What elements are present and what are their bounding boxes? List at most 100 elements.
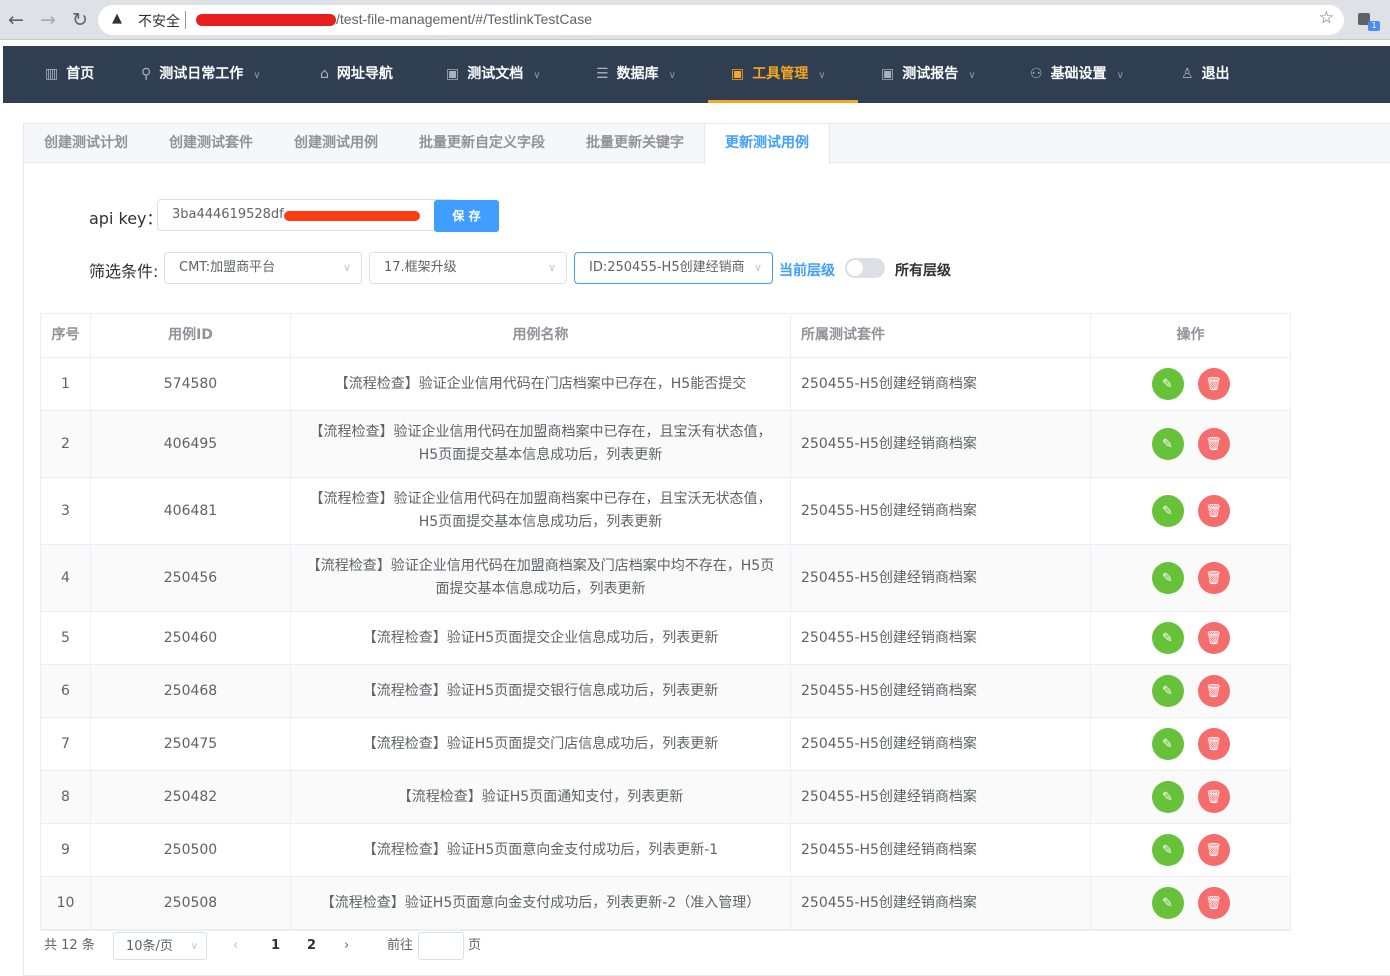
apikey-input[interactable]: 3ba444619528df bbox=[157, 199, 457, 231]
url-separator bbox=[185, 11, 186, 29]
nav-item-reports[interactable]: ▣ 测试报告 ∨ bbox=[881, 46, 976, 103]
insecure-label: 不安全 bbox=[138, 14, 180, 30]
edit-button[interactable]: ✎ bbox=[1151, 675, 1184, 707]
goto-page-input[interactable] bbox=[418, 932, 464, 960]
chevron-down-icon: ∨ bbox=[818, 70, 826, 81]
delete-button[interactable]: 🗑 bbox=[1197, 428, 1230, 460]
delete-button[interactable]: 🗑 bbox=[1197, 622, 1230, 654]
cell-name: 【流程检查】验证H5页面意向金支付成功后，列表更新-1 bbox=[291, 824, 791, 876]
page-1[interactable]: 1 bbox=[271, 932, 280, 960]
page-size-select[interactable]: 10条/页 ∨ bbox=[113, 932, 207, 960]
trash-icon: 🗑 bbox=[1205, 376, 1222, 392]
table-row: 4 250456 【流程检查】验证企业信用代码在加盟商档案及门店档案中均不存在，H5… bbox=[41, 545, 1290, 612]
chevron-down-icon: ∨ bbox=[668, 70, 676, 81]
nav-item-settings[interactable]: ⚇ 基础设置 ∨ bbox=[1030, 46, 1124, 103]
tab-create-plan[interactable]: 创建测试计划 bbox=[44, 124, 128, 163]
delete-button[interactable]: 🗑 bbox=[1197, 675, 1230, 707]
table-row: 2 406495 【流程检查】验证企业信用代码在加盟商档案中已存在，且宝沃有状态值，… bbox=[41, 411, 1290, 478]
plan-select[interactable]: 17.框架升级 ∨ bbox=[369, 252, 567, 284]
nav-item-database[interactable]: ☰ 数据库 ∨ bbox=[596, 46, 676, 103]
tab-create-case[interactable]: 创建测试用例 bbox=[294, 124, 378, 163]
project-select[interactable]: CMT:加盟商平台 ∨ bbox=[164, 252, 362, 284]
edit-icon: ✎ bbox=[1162, 895, 1173, 911]
reload-icon[interactable]: ↻ bbox=[68, 8, 92, 32]
tab-batch-keywords[interactable]: 批量更新关键字 bbox=[586, 124, 684, 163]
next-page-icon[interactable]: › bbox=[344, 932, 349, 960]
cell-name: 【流程检查】验证H5页面意向金支付成功后，列表更新-2（准入管理） bbox=[291, 877, 791, 929]
edit-icon: ✎ bbox=[1162, 683, 1173, 699]
cell-no: 9 bbox=[41, 824, 91, 876]
edit-button[interactable]: ✎ bbox=[1151, 622, 1184, 654]
edit-icon: ✎ bbox=[1162, 630, 1173, 646]
cell-id: 406481 bbox=[91, 478, 291, 544]
cell-suite: 250455-H5创建经销商档案 bbox=[791, 718, 1091, 770]
tab-update-case[interactable]: 更新测试用例 bbox=[704, 124, 830, 164]
cell-suite: 250455-H5创建经销商档案 bbox=[791, 612, 1091, 664]
edit-button[interactable]: ✎ bbox=[1151, 834, 1184, 866]
delete-button[interactable]: 🗑 bbox=[1197, 781, 1230, 813]
suite-select-value: ID:250455-H5创建经销商 bbox=[589, 260, 745, 275]
cell-suite: 250455-H5创建经销商档案 bbox=[791, 665, 1091, 717]
edit-button[interactable]: ✎ bbox=[1151, 368, 1184, 400]
nav-item-logout[interactable]: ♙ 退出 bbox=[1181, 46, 1230, 103]
page-2[interactable]: 2 bbox=[307, 932, 316, 960]
nav-label: 数据库 bbox=[616, 66, 659, 82]
delete-button[interactable]: 🗑 bbox=[1197, 834, 1230, 866]
cell-name: 【流程检查】验证企业信用代码在加盟商档案及门店档案中均不存在，H5页面提交基本信… bbox=[291, 545, 791, 611]
save-button[interactable]: 保 存 bbox=[434, 200, 499, 232]
user-icon: ♙ bbox=[1181, 66, 1194, 82]
nav-item-url-nav[interactable]: ⌂ 网址导航 bbox=[320, 46, 393, 103]
address-bar[interactable]: ▲ 不安全 /test-file-management/#/TestlinkTe… bbox=[98, 5, 1344, 35]
nav-item-home[interactable]: ▥ 首页 bbox=[45, 46, 94, 103]
level-toggle[interactable] bbox=[845, 258, 885, 278]
cell-id: 250500 bbox=[91, 824, 291, 876]
tab-batch-custom-fields[interactable]: 批量更新自定义字段 bbox=[419, 124, 545, 163]
header-name: 用例名称 bbox=[291, 314, 791, 357]
total-count: 共 12 条 bbox=[44, 938, 95, 953]
table-row: 10 250508 【流程检查】验证H5页面意向金支付成功后，列表更新-2（准入管理… bbox=[41, 877, 1290, 930]
edit-icon: ✎ bbox=[1162, 842, 1173, 858]
forward-arrow-icon[interactable]: → bbox=[36, 8, 60, 32]
extension-icon[interactable]: 1 bbox=[1358, 11, 1380, 31]
edit-button[interactable]: ✎ bbox=[1151, 887, 1184, 919]
doc-icon: ▣ bbox=[881, 66, 895, 82]
table-row: 7 250475 【流程检查】验证H5页面提交门店信息成功后，列表更新 250455-… bbox=[41, 718, 1290, 771]
delete-button[interactable]: 🗑 bbox=[1197, 887, 1230, 919]
cell-no: 3 bbox=[41, 478, 91, 544]
chevron-down-icon: ∨ bbox=[547, 261, 556, 274]
cell-actions: ✎ 🗑 bbox=[1091, 877, 1290, 929]
delete-button[interactable]: 🗑 bbox=[1197, 728, 1230, 760]
nav-item-daily-work[interactable]: ⚲ 测试日常工作 ∨ bbox=[141, 46, 261, 103]
edit-button[interactable]: ✎ bbox=[1151, 562, 1184, 594]
nav-label: 基础设置 bbox=[1050, 66, 1107, 82]
warning-icon: ▲ bbox=[112, 11, 122, 26]
tab-create-suite[interactable]: 创建测试套件 bbox=[169, 124, 253, 163]
edit-button[interactable]: ✎ bbox=[1151, 781, 1184, 813]
cell-id: 406495 bbox=[91, 411, 291, 477]
nav-item-tools[interactable]: ▣ 工具管理 ∨ bbox=[731, 46, 826, 103]
all-levels-label[interactable]: 所有层级 bbox=[895, 260, 951, 280]
edit-icon: ✎ bbox=[1162, 503, 1173, 519]
cell-suite: 250455-H5创建经销商档案 bbox=[791, 411, 1091, 477]
nav-item-test-docs[interactable]: ▣ 测试文档 ∨ bbox=[446, 46, 541, 103]
delete-button[interactable]: 🗑 bbox=[1197, 562, 1230, 594]
cell-suite: 250455-H5创建经销商档案 bbox=[791, 478, 1091, 544]
edit-icon: ✎ bbox=[1162, 789, 1173, 805]
bookmark-star-icon[interactable]: ☆ bbox=[1319, 8, 1334, 28]
page-size-value: 10条/页 bbox=[126, 939, 173, 954]
edit-button[interactable]: ✎ bbox=[1151, 495, 1184, 527]
cell-actions: ✎ 🗑 bbox=[1091, 478, 1290, 544]
edit-button[interactable]: ✎ bbox=[1151, 428, 1184, 460]
plan-select-value: 17.框架升级 bbox=[384, 260, 457, 275]
delete-button[interactable]: 🗑 bbox=[1197, 368, 1230, 400]
table-header: 序号 用例ID 用例名称 所属测试套件 操作 bbox=[41, 314, 1290, 358]
delete-button[interactable]: 🗑 bbox=[1197, 495, 1230, 527]
cell-actions: ✎ 🗑 bbox=[1091, 824, 1290, 876]
back-arrow-icon[interactable]: ← bbox=[4, 8, 28, 32]
chevron-down-icon: ∨ bbox=[1116, 70, 1124, 81]
prev-page-icon[interactable]: ‹ bbox=[233, 932, 238, 960]
cell-name: 【流程检查】验证H5页面提交企业信息成功后，列表更新 bbox=[291, 612, 791, 664]
edit-button[interactable]: ✎ bbox=[1151, 728, 1184, 760]
suite-select[interactable]: ID:250455-H5创建经销商 ∨ bbox=[574, 252, 773, 284]
current-level-label[interactable]: 当前层级 bbox=[779, 260, 835, 280]
